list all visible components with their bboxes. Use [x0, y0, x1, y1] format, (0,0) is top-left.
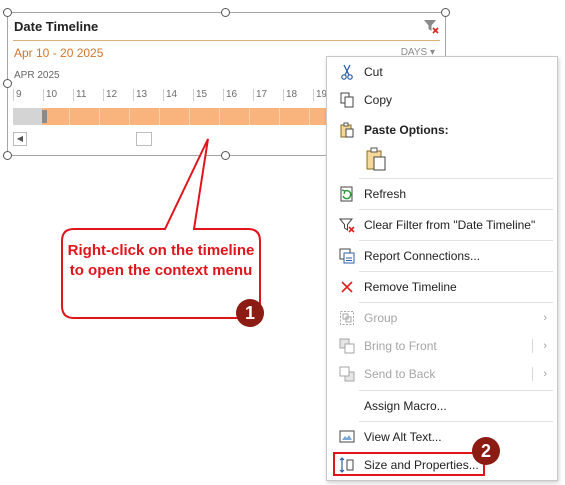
menu-item-report-connections[interactable]: Report Connections...: [327, 244, 557, 268]
menu-item-view-alt-text[interactable]: View Alt Text...: [327, 425, 557, 449]
menu-separator: [359, 302, 553, 303]
menu-separator: [359, 240, 553, 241]
menu-label-send-to-back: Send to Back: [364, 367, 436, 381]
menu-item-bring-to-front: Bring to Front ›: [327, 334, 557, 358]
menu-label-paste-options: Paste Options:: [364, 123, 449, 137]
day-label: 13: [133, 89, 147, 101]
menu-item-clear-filter[interactable]: Clear Filter from "Date Timeline": [327, 213, 557, 237]
menu-separator: [359, 390, 553, 391]
menu-separator: [359, 271, 553, 272]
selected-range: Apr 10 - 20 2025: [14, 46, 104, 60]
menu-label-report-connections: Report Connections...: [364, 249, 481, 263]
day-label: 11: [73, 89, 86, 101]
menu-item-assign-macro[interactable]: Assign Macro...: [327, 394, 557, 418]
group-icon: [340, 311, 354, 325]
paste-icon: [340, 122, 354, 138]
alt-text-icon: [339, 430, 355, 443]
menu-separator: [359, 421, 553, 422]
size-and-properties-highlight: [333, 452, 485, 476]
menu-label-refresh: Refresh: [364, 187, 407, 201]
menu-item-copy[interactable]: Copy: [327, 88, 557, 112]
day-divider: [219, 108, 220, 125]
day-label: 19: [313, 89, 327, 101]
selection-handle[interactable]: [42, 110, 47, 123]
step-badge-1: 1: [236, 299, 264, 327]
x-icon: [341, 281, 353, 293]
scroll-left-arrow-icon[interactable]: ◀: [13, 132, 27, 146]
callout-text: Right-click on the timeline to open the …: [67, 242, 255, 279]
submenu-arrow-icon: ›: [543, 312, 547, 324]
menu-item-cut[interactable]: Cut: [327, 60, 557, 84]
context-menu: Cut Copy Paste Options: Refresh Clear Fi…: [326, 56, 558, 481]
send-to-back-icon: [339, 366, 355, 382]
day-label: 14: [163, 89, 177, 101]
resize-handle-top-middle[interactable]: [221, 8, 230, 17]
menu-item-paste-options: Paste Options:: [327, 118, 557, 142]
menu-item-group: Group ›: [327, 306, 557, 330]
day-divider: [99, 108, 100, 125]
menu-separator: [359, 178, 553, 179]
day-label: 17: [253, 89, 267, 101]
scissors-icon: [341, 64, 353, 80]
day-divider: [159, 108, 160, 125]
menu-label-remove-timeline: Remove Timeline: [364, 280, 457, 294]
day-divider: [279, 108, 280, 125]
report-connections-icon: [339, 248, 355, 264]
menu-label-copy: Copy: [364, 93, 393, 107]
timeline-title: Date Timeline: [14, 19, 99, 34]
resize-handle-middle-left[interactable]: [3, 79, 12, 88]
resize-handle-top-left[interactable]: [3, 8, 12, 17]
resize-handle-bottom-middle[interactable]: [221, 151, 230, 160]
day-divider: [69, 108, 70, 125]
clear-filter-icon[interactable]: [423, 18, 439, 34]
refresh-icon: [340, 186, 353, 202]
menu-separator: [359, 209, 553, 210]
resize-handle-bottom-left[interactable]: [3, 151, 12, 160]
title-divider: [13, 40, 440, 41]
submenu-divider: [532, 339, 533, 353]
menu-label-view-alt-text: View Alt Text...: [364, 430, 442, 444]
day-label: 18: [283, 89, 297, 101]
day-label: 9: [13, 89, 22, 101]
submenu-arrow-icon: ›: [543, 340, 547, 352]
submenu-divider: [532, 367, 533, 381]
day-label: 10: [43, 89, 57, 101]
scroll-thumb[interactable]: [136, 132, 152, 146]
menu-item-send-to-back: Send to Back ›: [327, 362, 557, 386]
menu-label-group: Group: [364, 311, 398, 325]
day-divider: [249, 108, 250, 125]
menu-item-remove-timeline[interactable]: Remove Timeline: [327, 275, 557, 299]
resize-handle-top-right[interactable]: [441, 8, 450, 17]
bring-to-front-icon: [339, 338, 355, 354]
clipboard-icon[interactable]: [364, 147, 388, 171]
step-badge-2: 2: [472, 437, 500, 465]
month-year-label: APR 2025: [14, 70, 60, 81]
day-label: 12: [103, 89, 117, 101]
menu-label-bring-to-front: Bring to Front: [364, 339, 437, 353]
menu-label-assign-macro: Assign Macro...: [364, 399, 447, 413]
day-divider: [129, 108, 130, 125]
submenu-arrow-icon: ›: [543, 368, 547, 380]
menu-label-clear-filter: Clear Filter from "Date Timeline": [364, 218, 536, 232]
day-label: 16: [223, 89, 237, 101]
day-divider: [189, 108, 190, 125]
day-label: 15: [193, 89, 207, 101]
clear-filter-icon: [339, 218, 355, 233]
day-divider: [309, 108, 310, 125]
menu-item-refresh[interactable]: Refresh: [327, 182, 557, 206]
menu-label-cut: Cut: [364, 65, 383, 79]
copy-icon: [340, 92, 354, 108]
